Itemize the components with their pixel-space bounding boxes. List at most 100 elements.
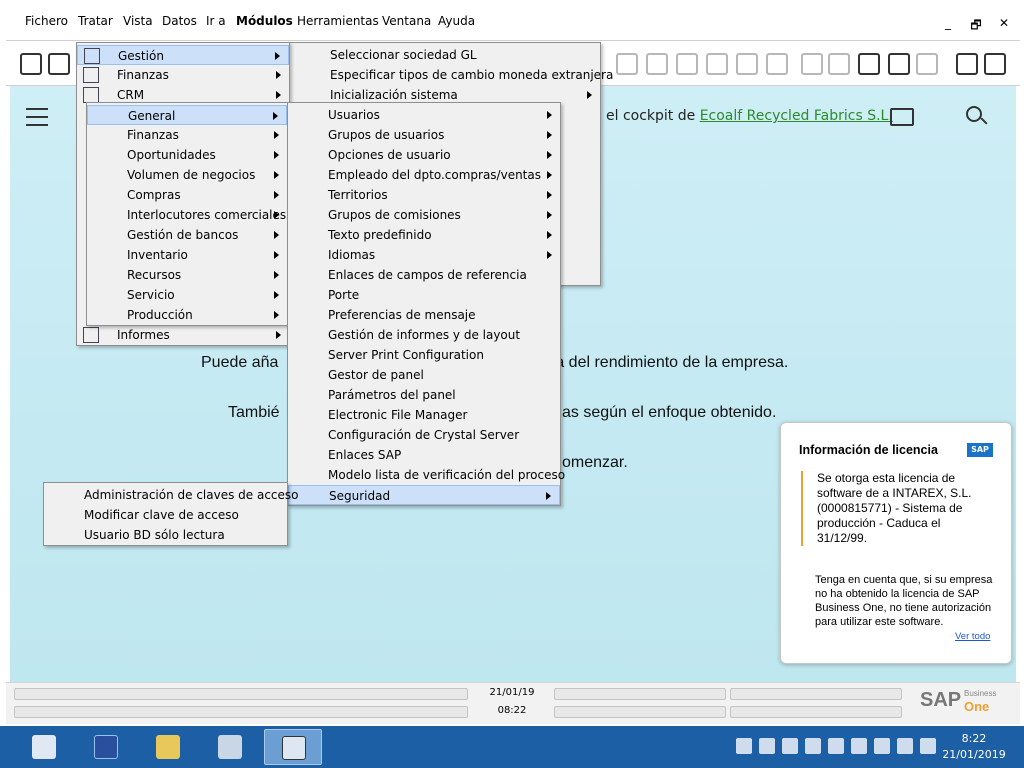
menu-item-usuarios[interactable]: Usuarios — [288, 105, 560, 125]
tray-icon[interactable] — [851, 738, 867, 754]
menu-item-volumen-negocios[interactable]: Volumen de negocios — [87, 165, 287, 185]
cockpit-welcome: el cockpit de Ecoalf Recycled Fabrics S.… — [606, 108, 893, 124]
chevron-right-icon — [273, 112, 278, 120]
menu-ventana[interactable]: Ventana — [382, 14, 431, 28]
clock-time[interactable]: 8:22 — [934, 732, 1014, 745]
chevron-right-icon — [274, 171, 279, 179]
tray-icon[interactable] — [759, 738, 775, 754]
menu-item-seleccionar-sociedad[interactable]: Seleccionar sociedad GL — [290, 45, 600, 65]
menu-item-gestion-informes[interactable]: Gestión de informes y de layout — [288, 325, 560, 345]
volume-icon[interactable] — [805, 738, 821, 754]
chevron-right-icon — [547, 151, 552, 159]
message-icon[interactable] — [888, 53, 910, 75]
taskbar-sap[interactable] — [264, 729, 322, 765]
menu-item-opciones-usuario[interactable]: Opciones de usuario — [288, 145, 560, 165]
menu-item-porte[interactable]: Porte — [288, 285, 560, 305]
toolbar-button-icon[interactable] — [766, 53, 788, 75]
menu-item-grupos-usuarios[interactable]: Grupos de usuarios — [288, 125, 560, 145]
restore-icon[interactable]: 🗗 — [970, 16, 982, 37]
menu-item-modelo-lista[interactable]: Modelo lista de verificación del proceso — [288, 465, 565, 485]
taskbar-explorer[interactable] — [139, 729, 197, 765]
toolbar-button-icon[interactable] — [984, 53, 1006, 75]
tray-icon[interactable] — [828, 738, 844, 754]
taskbar-powershell[interactable] — [77, 729, 135, 765]
status-field — [554, 706, 726, 718]
toolbar-button-icon[interactable] — [646, 53, 668, 75]
menu-item-produccion[interactable]: Producción — [87, 305, 287, 325]
flag-icon[interactable] — [897, 738, 913, 754]
menu-item-general[interactable]: General — [87, 105, 287, 125]
menu-item-oportunidades[interactable]: Oportunidades — [87, 145, 287, 165]
clock-date[interactable]: 21/01/2019 — [934, 748, 1014, 761]
menu-item-grupos-comisiones[interactable]: Grupos de comisiones — [288, 205, 560, 225]
menu-item-finanzas-sub[interactable]: Finanzas — [87, 125, 287, 145]
tray-icon[interactable] — [736, 738, 752, 754]
status-field — [14, 688, 468, 700]
menu-ayuda[interactable]: Ayuda — [438, 14, 475, 28]
toolbar-button-icon[interactable] — [736, 53, 758, 75]
powershell-icon — [94, 735, 118, 759]
menu-item-compras[interactable]: Compras — [87, 185, 287, 205]
menu-item-preferencias-mensaje[interactable]: Preferencias de mensaje — [288, 305, 560, 325]
edit-icon[interactable] — [801, 53, 823, 75]
menu-vista[interactable]: Vista — [123, 14, 153, 28]
menu-item-territorios[interactable]: Territorios — [288, 185, 560, 205]
menu-item-modificar-clave[interactable]: Modificar clave de acceso — [44, 505, 287, 525]
menu-modulos[interactable]: Módulos — [236, 14, 293, 28]
hamburger-menu-icon[interactable] — [26, 108, 48, 126]
menu-item-file-manager[interactable]: Electronic File Manager — [288, 405, 560, 425]
taskbar-app[interactable] — [201, 729, 259, 765]
menu-item-parametros-panel[interactable]: Parámetros del panel — [288, 385, 560, 405]
toolbar-button-icon[interactable] — [956, 53, 978, 75]
menu-fichero[interactable]: Fichero — [25, 14, 68, 28]
toolbar-button-icon[interactable] — [858, 53, 880, 75]
menu-item-idiomas[interactable]: Idiomas — [288, 245, 560, 265]
toolbar-button-icon[interactable] — [616, 53, 638, 75]
menu-item-texto-predefinido[interactable]: Texto predefinido — [288, 225, 560, 245]
menu-item-admin-claves[interactable]: Administración de claves de acceso — [44, 485, 299, 505]
menu-item-interlocutores[interactable]: Interlocutores comerciales — [87, 205, 287, 225]
menu-tratar[interactable]: Tratar — [78, 14, 113, 28]
minimize-icon[interactable]: _ — [942, 16, 954, 37]
tray-icon[interactable] — [782, 738, 798, 754]
company-link[interactable]: Ecoalf Recycled Fabrics S.L. — [700, 108, 893, 124]
status-field — [554, 688, 726, 700]
menu-item-crystal-server[interactable]: Configuración de Crystal Server — [288, 425, 560, 445]
close-icon[interactable]: ✕ — [998, 16, 1010, 37]
menu-item-gestion[interactable]: Gestión — [77, 45, 289, 65]
toolbar-button-icon[interactable] — [828, 53, 850, 75]
menu-item-recursos[interactable]: Recursos — [87, 265, 287, 285]
menu-datos[interactable]: Datos — [162, 14, 197, 28]
status-field — [730, 706, 902, 718]
search-icon[interactable] — [966, 106, 982, 122]
see-all-link[interactable]: Ver todo — [955, 631, 990, 642]
network-icon[interactable] — [874, 738, 890, 754]
menu-ir-a[interactable]: Ir a — [206, 14, 226, 28]
sap-logo: SAP — [967, 443, 993, 457]
general-menu: Usuarios Grupos de usuarios Opciones de … — [287, 102, 565, 506]
toolbar-button-icon[interactable] — [706, 53, 728, 75]
menu-item-enlaces-campos[interactable]: Enlaces de campos de referencia — [288, 265, 560, 285]
print-icon[interactable] — [48, 53, 70, 75]
menu-item-tipos-cambio[interactable]: Especificar tipos de cambio moneda extra… — [290, 65, 613, 85]
gestion-icon — [84, 48, 100, 64]
menu-item-inventario[interactable]: Inventario — [87, 245, 287, 265]
toolbar-button-icon[interactable] — [676, 53, 698, 75]
menu-item-bancos[interactable]: Gestión de bancos — [87, 225, 287, 245]
find-icon[interactable] — [20, 53, 42, 75]
menu-item-seguridad[interactable]: Seguridad — [288, 485, 560, 505]
menu-item-empleado-compras-ventas[interactable]: Empleado del dpto.compras/ventas — [288, 165, 560, 185]
folder-icon[interactable] — [890, 108, 914, 126]
menu-item-informes[interactable]: Informes — [77, 325, 289, 345]
menubar: Fichero Tratar Vista Datos Ir a Módulos … — [0, 0, 1024, 40]
menu-item-enlaces-sap[interactable]: Enlaces SAP — [288, 445, 560, 465]
menu-item-servicio[interactable]: Servicio — [87, 285, 287, 305]
chevron-right-icon — [274, 291, 279, 299]
message-icon[interactable] — [916, 53, 938, 75]
menu-item-finanzas[interactable]: Finanzas — [77, 65, 289, 85]
start-button[interactable] — [15, 729, 73, 765]
menu-item-server-print[interactable]: Server Print Configuration — [288, 345, 560, 365]
menu-item-gestor-panel[interactable]: Gestor de panel — [288, 365, 560, 385]
menu-item-usuario-bd[interactable]: Usuario BD sólo lectura — [44, 525, 287, 545]
menu-herramientas[interactable]: Herramientas — [297, 14, 379, 28]
